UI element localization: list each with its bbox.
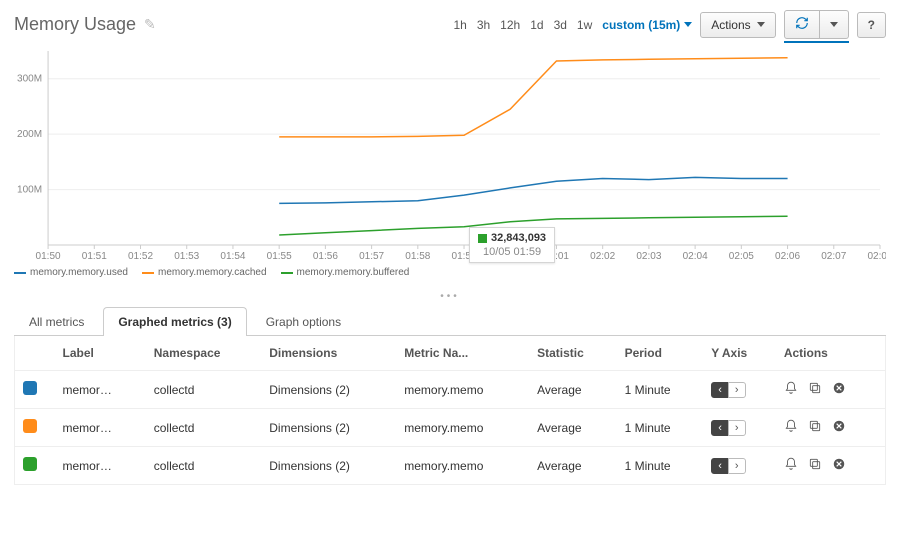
col-namespace[interactable]: Namespace	[146, 336, 262, 371]
col-dimensions[interactable]: Dimensions	[261, 336, 396, 371]
range-custom[interactable]: custom (15m)	[602, 18, 692, 32]
svg-text:01:56: 01:56	[313, 251, 338, 262]
range-1h[interactable]: 1h	[453, 18, 466, 32]
range-3h[interactable]: 3h	[477, 18, 490, 32]
cell-statistic[interactable]: Average	[529, 447, 617, 485]
col-actions[interactable]: Actions	[776, 336, 886, 371]
yaxis-toggle[interactable]: ‹›	[711, 382, 745, 398]
table-row: memor…collectdDimensions (2)memory.memoA…	[15, 409, 886, 447]
svg-text:02:08: 02:08	[867, 251, 886, 262]
svg-text:02:06: 02:06	[775, 251, 800, 262]
resize-handle[interactable]: •••	[14, 291, 886, 302]
chevron-down-icon	[757, 22, 765, 27]
remove-icon[interactable]	[832, 419, 846, 436]
cell-label: memor…	[55, 447, 146, 485]
svg-text:01:55: 01:55	[267, 251, 292, 262]
col-statistic[interactable]: Statistic	[529, 336, 617, 371]
svg-text:02:02: 02:02	[590, 251, 615, 262]
refresh-icon	[795, 16, 809, 33]
help-button[interactable]: ?	[857, 12, 886, 38]
series-color-swatch[interactable]	[23, 457, 37, 471]
col-label[interactable]: Label	[55, 336, 146, 371]
cell-metric: memory.memo	[396, 409, 529, 447]
svg-text:02:04: 02:04	[683, 251, 708, 262]
cell-statistic[interactable]: Average	[529, 409, 617, 447]
cell-label: memor…	[55, 409, 146, 447]
metrics-table: Label Namespace Dimensions Metric Na... …	[14, 336, 886, 485]
legend-item[interactable]: memory.memory.cached	[142, 267, 267, 278]
svg-text:01:54: 01:54	[220, 251, 245, 262]
actions-button[interactable]: Actions	[700, 12, 775, 38]
alarm-icon[interactable]	[784, 381, 798, 398]
cell-dimensions[interactable]: Dimensions (2)	[261, 409, 396, 447]
svg-text:02:05: 02:05	[729, 251, 754, 262]
cell-period[interactable]: 1 Minute	[617, 447, 704, 485]
svg-text:100M: 100M	[17, 185, 42, 196]
chart-tooltip: 32,843,093 10/05 01:59	[469, 227, 555, 263]
cell-period[interactable]: 1 Minute	[617, 409, 704, 447]
refresh-dropdown[interactable]	[819, 10, 849, 39]
tabs: All metrics Graphed metrics (3) Graph op…	[14, 306, 886, 336]
chart[interactable]: 100M 200M 300M 01:50 01:51 01:52 01:53 01:54 01:…	[14, 45, 886, 285]
remove-icon[interactable]	[832, 457, 846, 474]
chevron-down-icon	[684, 22, 692, 27]
table-row: memor…collectdDimensions (2)memory.memoA…	[15, 447, 886, 485]
duplicate-icon[interactable]	[808, 457, 822, 474]
tab-graph-options[interactable]: Graph options	[251, 307, 356, 336]
cell-namespace: collectd	[146, 447, 262, 485]
col-metric[interactable]: Metric Na...	[396, 336, 529, 371]
svg-text:01:53: 01:53	[174, 251, 199, 262]
svg-text:02:03: 02:03	[636, 251, 661, 262]
page-title: Memory Usage	[14, 14, 136, 35]
svg-text:200M: 200M	[17, 129, 42, 140]
table-row: memor…collectdDimensions (2)memory.memoA…	[15, 371, 886, 409]
refresh-button[interactable]	[784, 10, 820, 39]
cell-dimensions[interactable]: Dimensions (2)	[261, 447, 396, 485]
range-1d[interactable]: 1d	[530, 18, 543, 32]
help-icon: ?	[868, 18, 875, 32]
cell-metric: memory.memo	[396, 447, 529, 485]
yaxis-toggle[interactable]: ‹›	[711, 420, 745, 436]
svg-text:02:07: 02:07	[821, 251, 846, 262]
cell-period[interactable]: 1 Minute	[617, 371, 704, 409]
chevron-down-icon	[830, 22, 838, 27]
chart-legend: memory.memory.used memory.memory.cached me…	[14, 267, 886, 278]
range-12h[interactable]: 12h	[500, 18, 520, 32]
svg-text:01:50: 01:50	[36, 251, 61, 262]
edit-title-icon[interactable]: ✎	[144, 16, 156, 33]
range-3d[interactable]: 3d	[554, 18, 567, 32]
duplicate-icon[interactable]	[808, 381, 822, 398]
svg-text:300M: 300M	[17, 74, 42, 85]
remove-icon[interactable]	[832, 381, 846, 398]
alarm-icon[interactable]	[784, 457, 798, 474]
tab-all-metrics[interactable]: All metrics	[14, 307, 99, 336]
cell-namespace: collectd	[146, 409, 262, 447]
svg-text:01:51: 01:51	[82, 251, 107, 262]
alarm-icon[interactable]	[784, 419, 798, 436]
cell-metric: memory.memo	[396, 371, 529, 409]
cell-dimensions[interactable]: Dimensions (2)	[261, 371, 396, 409]
col-period[interactable]: Period	[617, 336, 704, 371]
svg-text:01:52: 01:52	[128, 251, 153, 262]
range-1w[interactable]: 1w	[577, 18, 592, 32]
time-range-selector: 1h 3h 12h 1d 3d 1w custom (15m)	[453, 18, 692, 32]
svg-text:01:58: 01:58	[405, 251, 430, 262]
col-yaxis[interactable]: Y Axis	[703, 336, 776, 371]
legend-item[interactable]: memory.memory.buffered	[281, 267, 410, 278]
cell-statistic[interactable]: Average	[529, 371, 617, 409]
svg-text:01:57: 01:57	[359, 251, 384, 262]
legend-item[interactable]: memory.memory.used	[14, 267, 128, 278]
tab-graphed-metrics[interactable]: Graphed metrics (3)	[103, 307, 246, 336]
series-color-swatch[interactable]	[23, 419, 37, 433]
duplicate-icon[interactable]	[808, 419, 822, 436]
series-color-swatch[interactable]	[23, 381, 37, 395]
cell-label: memor…	[55, 371, 146, 409]
yaxis-toggle[interactable]: ‹›	[711, 458, 745, 474]
cell-namespace: collectd	[146, 371, 262, 409]
